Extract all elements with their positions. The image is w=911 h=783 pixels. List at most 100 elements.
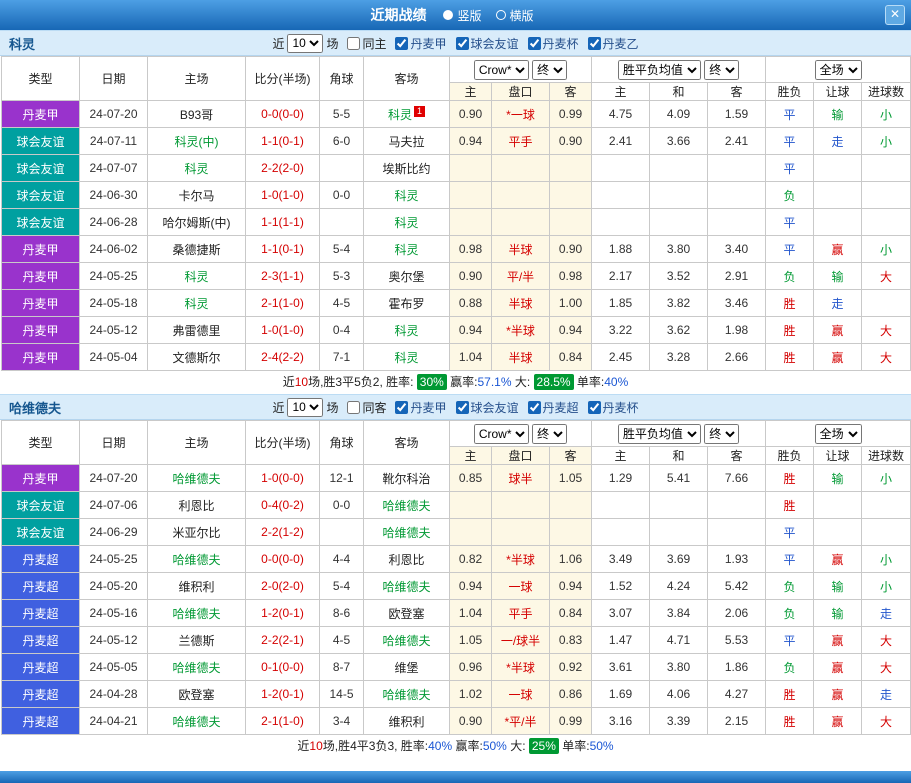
summary-part: 近 [297,739,309,753]
handicap-result-cell: 赢 [814,708,862,735]
goals-result-cell [862,182,911,209]
league-filter-checkbox[interactable]: 丹麦杯 [579,399,639,416]
col-corners: 角球 [320,57,364,101]
summary-part: 10 [295,375,308,389]
stage-select-avg[interactable]: 终 [704,424,739,444]
avg-type-select[interactable]: 胜平负均值 [618,424,701,444]
col-goals: 进球数 [862,447,911,465]
scope-select[interactable]: 全场 [815,60,862,80]
avg-draw-cell: 4.71 [650,627,708,654]
league-badge: 丹麦超 [2,627,80,654]
league-badge: 球会友谊 [2,492,80,519]
away-odds-cell [550,155,592,182]
league-filter-checkbox[interactable]: 丹麦甲 [386,399,446,416]
handicap-result-cell: 输 [814,101,862,128]
col-home: 主场 [148,421,246,465]
away-team-cell: 利恩比 [364,546,450,573]
same-venue-checkbox[interactable]: 同主 [338,35,386,52]
match-row: 球会友谊24-07-07科灵2-2(2-0)埃斯比约平 [2,155,911,182]
goals-result-cell: 走 [862,600,911,627]
avg-type-select[interactable]: 胜平负均值 [618,60,701,80]
recent-count-select[interactable]: 10 [287,398,323,417]
corners-cell: 4-4 [320,546,364,573]
score-cell: 2-1(1-0) [246,290,320,317]
col-handicap-result: 让球 [814,83,862,101]
result-cell: 平 [766,236,814,263]
goals-result-cell [862,519,911,546]
result-cell: 胜 [766,492,814,519]
match-row: 丹麦甲24-06-02桑德捷斯1-1(0-1)5-4科灵0.98半球0.901.… [2,236,911,263]
summary-part: 50% [483,739,507,753]
league-filter-checkbox[interactable]: 丹麦杯 [519,35,579,52]
league-filter-checkbox[interactable]: 丹麦乙 [579,35,639,52]
away-odds-cell: 1.05 [550,465,592,492]
away-odds-cell: 0.99 [550,101,592,128]
col-avg-draw: 和 [650,447,708,465]
handicap-cell [492,519,550,546]
league-filter-checkbox[interactable]: 球会友谊 [447,35,519,52]
radio-unselected-icon [496,10,506,20]
summary-part: 场,胜3平5负2, 胜率: [308,375,417,389]
handicap-result-cell: 输 [814,573,862,600]
col-date: 日期 [80,421,148,465]
avg-away-cell: 7.66 [708,465,766,492]
home-team-cell: 哈维德夫 [148,465,246,492]
score-cell: 1-1(0-1) [246,128,320,155]
away-team-cell: 科灵 [364,182,450,209]
bookmaker-select[interactable]: Crow* [474,60,529,80]
home-odds-cell: 0.98 [450,236,492,263]
corners-cell [320,155,364,182]
home-team-cell: 卡尔马 [148,182,246,209]
recent-count-select[interactable]: 10 [287,34,323,53]
league-badge: 球会友谊 [2,519,80,546]
bookmaker-select[interactable]: Crow* [474,424,529,444]
match-row: 丹麦甲24-05-04文德斯尔2-4(2-2)7-1科灵1.04半球0.842.… [2,344,911,371]
summary-part: 50% [590,739,614,753]
away-odds-cell: 0.83 [550,627,592,654]
match-row: 丹麦甲24-07-20B93哥0-0(0-0)5-5科灵10.90*一球0.99… [2,101,911,128]
avg-draw-cell: 3.62 [650,317,708,344]
away-odds-cell: 0.90 [550,236,592,263]
handicap-result-cell: 赢 [814,546,862,573]
summary-part: 赢率: [447,375,478,389]
league-badge: 球会友谊 [2,155,80,182]
score-cell: 0-0(0-0) [246,546,320,573]
summary-part: 场,胜4平3负3, 胜率: [323,739,428,753]
handicap-result-cell: 输 [814,263,862,290]
league-filter-checkbox[interactable]: 丹麦甲 [386,35,446,52]
league-filter-checkbox[interactable]: 丹麦超 [519,399,579,416]
date-cell: 24-05-12 [80,317,148,344]
scope-select[interactable]: 全场 [815,424,862,444]
avg-home-cell: 1.52 [592,573,650,600]
result-cell: 平 [766,209,814,236]
summary-part: 单率: [559,739,590,753]
score-cell: 2-2(1-2) [246,519,320,546]
result-cell: 胜 [766,344,814,371]
stage-select-odds[interactable]: 终 [532,60,567,80]
date-cell: 24-05-05 [80,654,148,681]
avg-away-cell: 3.46 [708,290,766,317]
col-odds-away: 客 [550,83,592,101]
stage-select-avg[interactable]: 终 [704,60,739,80]
match-row: 球会友谊24-06-29米亚尔比2-2(1-2)哈维德夫平 [2,519,911,546]
match-row: 球会友谊24-06-30卡尔马1-0(1-0)0-0科灵负 [2,182,911,209]
away-odds-cell [550,519,592,546]
stage-select-odds[interactable]: 终 [532,424,567,444]
away-team-cell: 科灵1 [364,101,450,128]
league-filter-checkbox[interactable]: 球会友谊 [447,399,519,416]
radio-horizontal-layout[interactable]: 横版 [496,7,534,24]
handicap-cell: 平手 [492,600,550,627]
league-badge: 球会友谊 [2,182,80,209]
radio-vertical-layout[interactable]: 竖版 [443,7,481,24]
same-venue-checkbox[interactable]: 同客 [338,399,386,416]
avg-away-cell: 2.41 [708,128,766,155]
away-team-cell: 维堡 [364,654,450,681]
close-icon[interactable]: ✕ [885,5,905,25]
col-odds-home: 主 [450,447,492,465]
avg-away-cell: 2.66 [708,344,766,371]
home-odds-cell: 0.90 [450,708,492,735]
summary-bar: 近10场,胜3平5负2, 胜率: 30% 赢率:57.1% 大: 28.5% 单… [0,371,911,394]
col-handicap: 盘口 [492,83,550,101]
result-cell: 负 [766,654,814,681]
handicap-cell: 球半 [492,465,550,492]
